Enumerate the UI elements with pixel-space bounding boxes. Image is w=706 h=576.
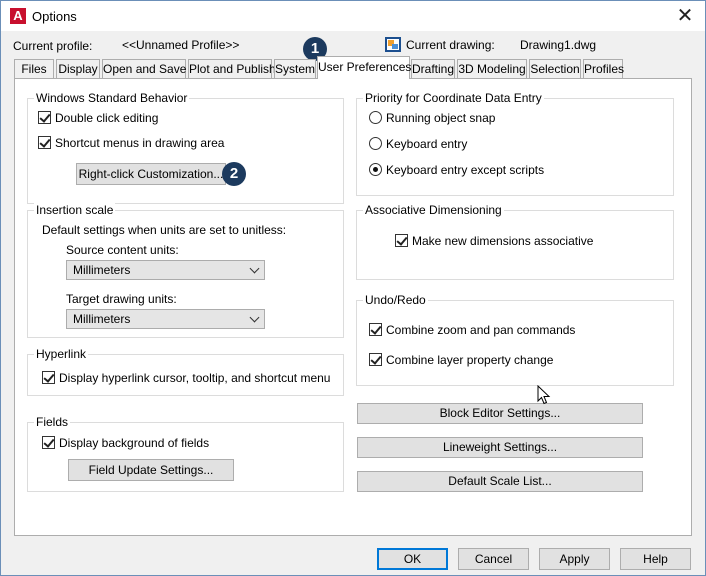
tab-files[interactable]: Files [14,59,54,78]
mouse-pointer-icon [537,385,551,405]
checkbox-checked-icon[interactable] [42,436,55,449]
dropdown-value: Millimeters [73,263,131,277]
radio-keyboard-entry-except-scripts[interactable]: Keyboard entry except scripts [369,163,544,177]
checkbox-label: Shortcut menus in drawing area [55,136,225,150]
current-profile-label: Current profile: [13,39,93,53]
priority-coordinate-group: Priority for Coordinate Data Entry Runni… [356,91,674,196]
tab-profiles[interactable]: Profiles [583,59,624,78]
options-dialog: A Options ✕ Current profile: <<Unnamed P… [0,0,706,576]
radio-label: Keyboard entry [386,137,468,151]
field-update-settings-button[interactable]: Field Update Settings... [68,459,234,481]
radio-unselected-icon[interactable] [369,137,382,150]
make-new-dimensions-associative-checkbox[interactable]: Make new dimensions associative [395,234,593,248]
group-title: Undo/Redo [363,293,428,307]
checkbox-checked-icon[interactable] [38,136,51,149]
group-title: Associative Dimensioning [363,203,504,217]
checkbox-label: Combine layer property change [386,353,554,367]
dropdown-value: Millimeters [73,312,131,326]
callout-2-badge: 2 [222,162,246,186]
tab-system[interactable]: System [274,59,316,78]
radio-unselected-icon[interactable] [369,111,382,124]
current-drawing-label: Current drawing: [406,38,495,52]
group-title: Fields [34,415,71,429]
checkbox-label: Combine zoom and pan commands [386,323,576,337]
radio-selected-icon[interactable] [369,163,382,176]
tab-selection[interactable]: Selection [529,59,581,78]
undo-redo-group: Undo/Redo Combine zoom and pan commands … [356,293,674,386]
checkbox-checked-icon[interactable] [38,111,51,124]
group-title: Insertion scale [34,203,116,217]
double-click-checkbox[interactable]: Double click editing [38,111,158,125]
radio-label: Running object snap [386,111,496,125]
window-title: Options [32,9,77,24]
ok-button[interactable]: OK [377,548,448,570]
checkbox-label: Double click editing [55,111,159,125]
checkbox-label: Display background of fields [59,436,210,450]
chevron-down-icon [249,263,260,274]
hyperlink-group: Hyperlink Display hyperlink cursor, tool… [27,347,344,396]
insertion-scale-group: Insertion scale Default settings when un… [27,203,344,338]
checkbox-label: Make new dimensions associative [412,234,594,248]
group-title: Windows Standard Behavior [34,91,190,105]
current-profile-value: <<Unnamed Profile>> [122,38,240,52]
checkbox-checked-icon[interactable] [395,234,408,247]
help-button[interactable]: Help [620,548,691,570]
tab-plot-and-publish[interactable]: Plot and Publish [188,59,276,78]
tab-open-and-save[interactable]: Open and Save [102,59,186,78]
close-icon[interactable]: ✕ [673,5,697,27]
tab-drafting[interactable]: Drafting [411,59,455,78]
windows-behavior-group: Windows Standard Behavior Double click e… [27,91,344,204]
checkbox-checked-icon[interactable] [369,323,382,336]
user-preferences-panel: Windows Standard Behavior Double click e… [14,78,692,536]
title-bar: A Options ✕ [1,1,705,31]
associative-dimensioning-group: Associative Dimensioning Make new dimens… [356,203,674,280]
block-editor-settings-button[interactable]: Block Editor Settings... [357,403,643,424]
fields-group: Fields Display background of fields Fiel… [27,415,344,492]
insertion-description: Default settings when units are set to u… [42,223,287,237]
target-units-dropdown[interactable]: Millimeters [66,309,265,329]
radio-label: Keyboard entry except scripts [386,163,545,177]
tab-3d-modeling[interactable]: 3D Modeling [457,59,527,78]
lineweight-settings-button[interactable]: Lineweight Settings... [357,437,643,458]
right-click-customization-button[interactable]: Right-click Customization... [76,163,226,185]
display-field-background-checkbox[interactable]: Display background of fields [42,436,209,450]
tab-user-preferences[interactable]: User Preferences [317,56,411,79]
source-units-dropdown[interactable]: Millimeters [66,260,265,280]
default-scale-list-button[interactable]: Default Scale List... [357,471,643,492]
source-units-label: Source content units: [66,243,179,257]
checkbox-checked-icon[interactable] [369,353,382,366]
tab-display[interactable]: Display [56,59,100,78]
autocad-app-icon: A [10,8,26,24]
drawing-file-icon [385,37,401,52]
combine-zoom-pan-checkbox[interactable]: Combine zoom and pan commands [369,323,575,337]
combine-layer-property-checkbox[interactable]: Combine layer property change [369,353,553,367]
cancel-button[interactable]: Cancel [458,548,529,570]
chevron-down-icon [249,312,260,323]
radio-keyboard-entry[interactable]: Keyboard entry [369,137,467,151]
display-hyperlink-checkbox[interactable]: Display hyperlink cursor, tooltip, and s… [42,371,330,385]
current-drawing-value: Drawing1.dwg [520,38,597,52]
shortcut-menus-checkbox[interactable]: Shortcut menus in drawing area [38,136,224,150]
checkbox-checked-icon[interactable] [42,371,55,384]
apply-button[interactable]: Apply [539,548,610,570]
group-title: Priority for Coordinate Data Entry [363,91,544,105]
target-units-label: Target drawing units: [66,292,177,306]
radio-running-object-snap[interactable]: Running object snap [369,111,495,125]
checkbox-label: Display hyperlink cursor, tooltip, and s… [59,371,331,385]
group-title: Hyperlink [34,347,89,361]
